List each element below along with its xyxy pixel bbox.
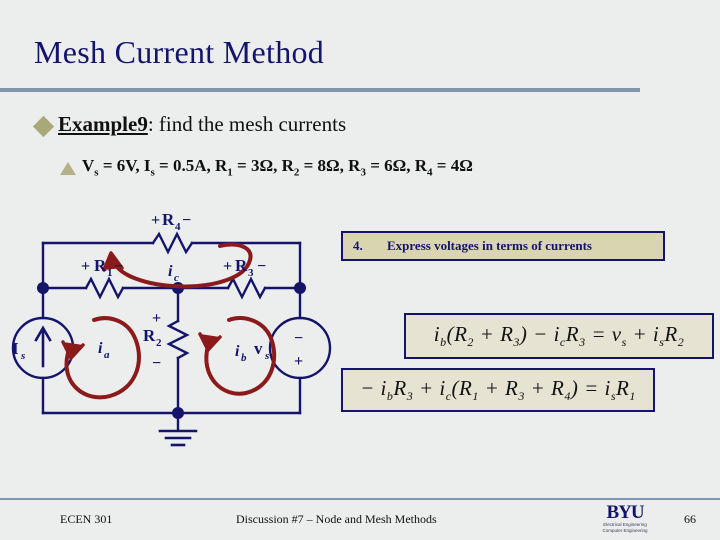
value-is: 0.5A [172, 156, 207, 175]
footer-page-number: 66 [684, 512, 696, 526]
label-vs-plus: + [294, 353, 303, 370]
byu-wordmark: BYU [606, 501, 644, 523]
label-is: I [12, 339, 19, 358]
footer-subject: Discussion #7 – Node and Mesh Methods [236, 512, 437, 526]
label-r2: R [143, 326, 156, 345]
mesh-b-equation: ib(R2 + R3) − icR3 = vs + isR2 [433, 321, 685, 350]
label-r1-minus: − [114, 258, 123, 275]
byu-logo-line2: Computer Engineering [602, 527, 648, 533]
mesh-c-equation-box: − ibR3 + ic(R1 + R3 + R4) = isR1 [341, 368, 655, 412]
label-r1-plus: + [81, 258, 90, 275]
label-r2-minus: − [152, 355, 161, 372]
step-callout: 4. Express voltages in terms of currents [341, 231, 665, 261]
title-divider [0, 88, 640, 92]
label-ia-sub: a [104, 349, 110, 361]
diamond-bullet-icon [32, 115, 55, 138]
label-r1-sub: 1 [107, 267, 113, 279]
label-is-sub: s [20, 350, 25, 362]
label-ic: i [168, 263, 173, 280]
footer-course: ECEN 301 [60, 512, 113, 526]
label-r2-sub: 2 [156, 337, 162, 349]
label-r3-plus: + [223, 258, 232, 275]
label-r4: R [162, 210, 175, 229]
chevron-up-bullet-icon [60, 162, 76, 175]
mesh-b-equation-box: ib(R2 + R3) − icR3 = vs + isR2 [404, 313, 714, 359]
byu-logo: BYU Electrical Engineering Computer Engi… [588, 500, 662, 536]
given-values-text: Vs = 6V, Is = 0.5A, R1 = 3Ω, R2 = 8Ω, R3… [82, 156, 473, 179]
value-r2: 8Ω [317, 156, 340, 175]
label-r2-plus: + [152, 310, 161, 327]
label-vs-sub: s [264, 350, 269, 362]
label-r3-sub: 3 [248, 267, 254, 279]
label-r4-plus: + [151, 212, 160, 229]
label-ib: i [235, 343, 240, 360]
label-r4-minus: − [182, 212, 191, 229]
step-number: 4. [353, 238, 363, 253]
label-r3-minus: − [257, 258, 266, 275]
label-ia: i [98, 340, 103, 357]
label-ib-sub: b [241, 352, 247, 364]
value-r4: 4Ω [450, 156, 473, 175]
label-vs: v [254, 339, 263, 358]
bullet-example-text: Example9: find the mesh currents [58, 112, 346, 137]
value-r3: 6Ω [384, 156, 407, 175]
label-r3: R [235, 256, 248, 275]
value-r1: 3Ω [250, 156, 274, 175]
bullet-example: Example9: find the mesh currents [32, 112, 346, 138]
example-rest: : find the mesh currents [147, 112, 347, 136]
label-vs-minus: − [294, 330, 303, 347]
bullet-given-values: Vs = 6V, Is = 0.5A, R1 = 3Ω, R2 = 8Ω, R3… [60, 156, 473, 178]
mesh-c-equation: − ibR3 + ic(R1 + R3 + R4) = isR1 [360, 375, 636, 404]
step-text: Express voltages in terms of currents [387, 238, 592, 253]
label-r1: R [94, 256, 107, 275]
page-title: Mesh Current Method [34, 34, 325, 70]
label-ic-sub: c [174, 272, 179, 284]
circuit-diagram: + R 4 − + R 1 − + R 3 − + R 2 − I s v s … [10, 198, 340, 448]
label-r4-sub: 4 [175, 221, 181, 233]
value-vs: 6V [116, 156, 136, 175]
example-label: Example9 [58, 112, 148, 136]
